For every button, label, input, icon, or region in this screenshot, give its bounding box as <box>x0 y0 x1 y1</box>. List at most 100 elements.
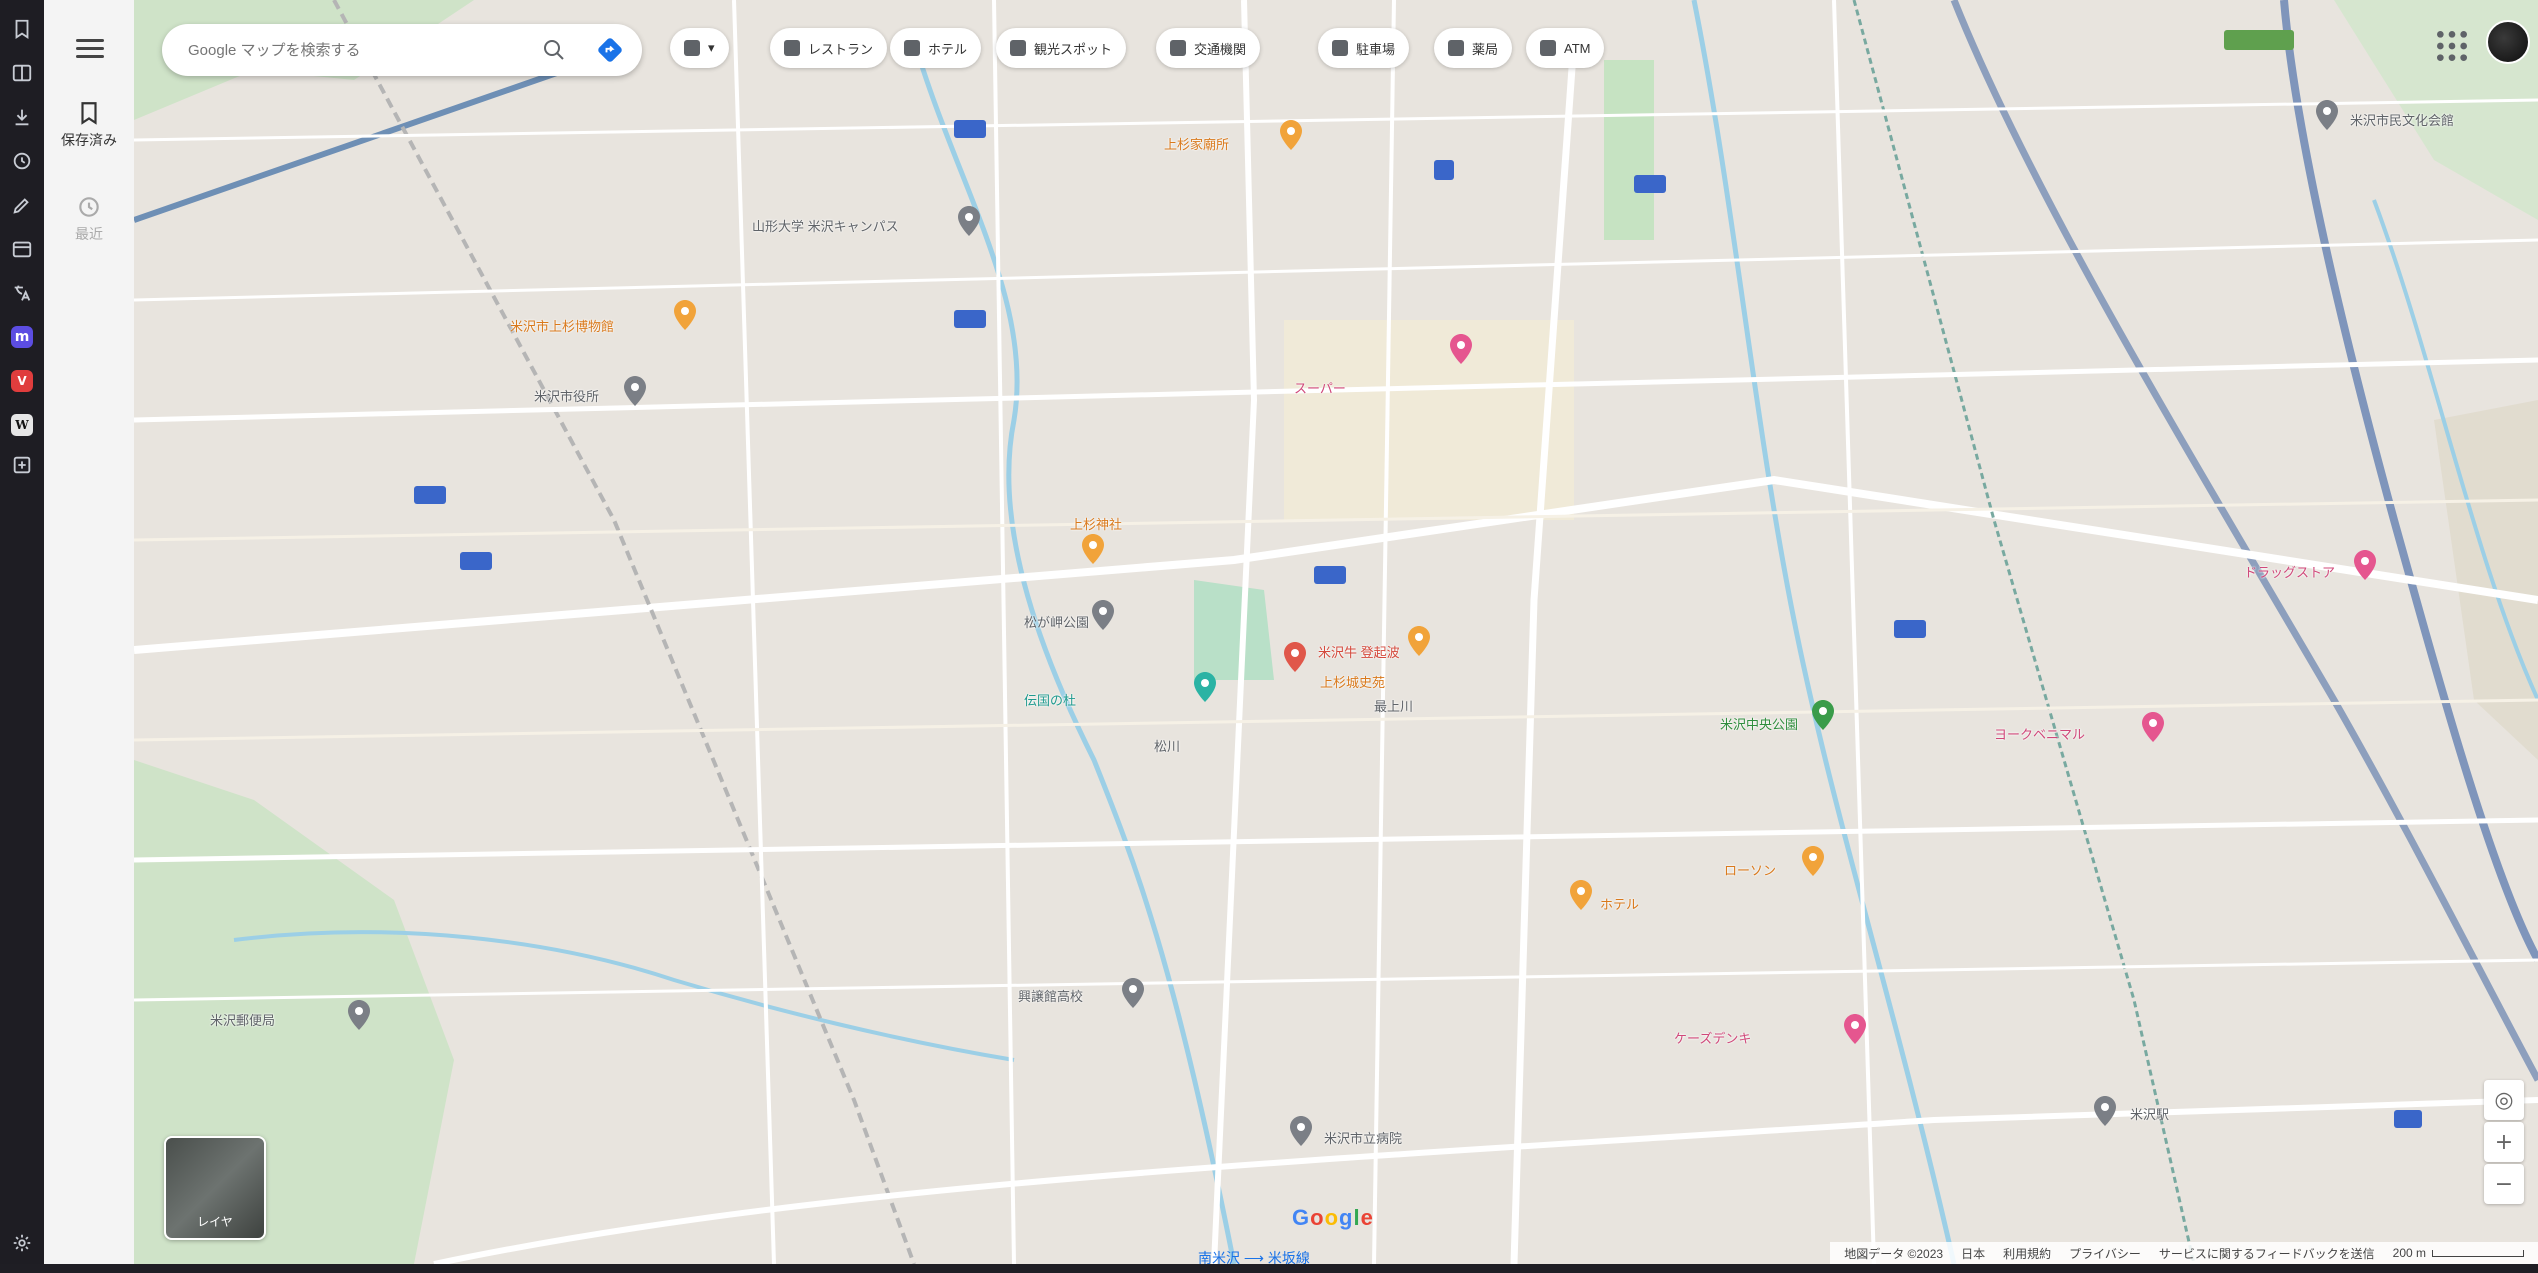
google-logo: Google <box>1292 1205 1374 1230</box>
country-link[interactable]: 日本 <box>1961 1245 1985 1262</box>
chip-label: 駐車場 <box>1356 41 1396 57</box>
orange-pin-icon[interactable] <box>1802 846 1824 876</box>
green-pin-icon[interactable] <box>1812 700 1834 730</box>
scale-bar[interactable]: 200 m <box>2393 1246 2524 1260</box>
pink-pin-icon[interactable] <box>2142 712 2164 742</box>
place-label[interactable]: 米沢駅 <box>2130 1104 2169 1123</box>
map-controls: ◎ + − <box>2484 1080 2524 1206</box>
orange-pin-icon[interactable] <box>674 300 696 330</box>
my-location-button[interactable]: ◎ <box>2484 1080 2524 1120</box>
calendar-icon[interactable] <box>7 234 37 264</box>
attractions-icon <box>1010 40 1026 56</box>
settings-icon[interactable] <box>7 1228 37 1258</box>
feedback-link[interactable]: サービスに関するフィードバックを送信 <box>2159 1245 2375 1262</box>
grey-pin-icon[interactable] <box>1122 978 1144 1008</box>
search-icon[interactable] <box>542 38 566 62</box>
place-label[interactable]: 米沢牛 登起波 <box>1318 642 1400 661</box>
terms-link[interactable]: 利用規約 <box>2003 1245 2051 1262</box>
account-avatar[interactable] <box>2486 20 2530 64</box>
search-input[interactable] <box>186 40 510 60</box>
red-pin-icon[interactable] <box>1284 642 1306 672</box>
reading-list-icon[interactable] <box>7 58 37 88</box>
grey-pin-icon[interactable] <box>2316 100 2338 130</box>
orange-pin-icon[interactable] <box>1408 626 1430 656</box>
place-label[interactable]: ホテル <box>1600 894 1639 913</box>
grey-pin-icon[interactable] <box>348 1000 370 1030</box>
place-label[interactable]: 米沢市役所 <box>534 386 599 405</box>
chip-label: ホテル <box>928 41 968 57</box>
pink-pin-icon[interactable] <box>2354 550 2376 580</box>
place-label[interactable]: 興譲館高校 <box>1018 986 1083 1005</box>
chip-attractions[interactable]: 観光スポット <box>996 28 1127 68</box>
chip-atm[interactable]: ATM <box>1526 28 1605 68</box>
notes-icon[interactable] <box>7 190 37 220</box>
layers-button[interactable]: レイヤ <box>164 1136 266 1240</box>
search-box[interactable] <box>162 24 642 76</box>
zoom-out-button[interactable]: − <box>2484 1164 2524 1204</box>
wikipedia-icon[interactable]: W <box>11 414 33 436</box>
privacy-link[interactable]: プライバシー <box>2069 1245 2141 1262</box>
atm-icon <box>1540 40 1556 56</box>
add-panel-icon[interactable] <box>7 450 37 480</box>
place-label[interactable]: スーパー <box>1294 378 1346 397</box>
station-label: 南米沢 ⟶ 米坂線 <box>1198 1250 1310 1264</box>
scale-label: 200 m <box>2392 1246 2426 1260</box>
map-base <box>134 0 2538 1264</box>
place-label[interactable]: 上杉家廟所 <box>1164 134 1229 153</box>
chip-label: ATM <box>1564 40 1591 56</box>
grey-pin-icon[interactable] <box>1290 1116 1312 1146</box>
saved-label: 保存済み <box>61 133 117 149</box>
map-footer: 地図データ ©2023 日本 利用規約 プライバシー サービスに関するフィードバ… <box>1830 1242 2538 1264</box>
grey-pin-icon[interactable] <box>2094 1096 2116 1126</box>
grey-pin-icon[interactable] <box>958 206 980 236</box>
apps-grid-icon[interactable] <box>2432 26 2472 66</box>
place-label[interactable]: ドラッグストア <box>2244 562 2335 581</box>
place-label[interactable]: 松が岬公園 <box>1024 612 1089 631</box>
bookmark-icon[interactable] <box>7 14 37 44</box>
chip-parking[interactable]: 駐車場 <box>1318 28 1410 68</box>
place-label[interactable]: 米沢市立病院 <box>1324 1128 1402 1147</box>
place-label[interactable]: 伝国の杜 <box>1024 690 1076 709</box>
pink-pin-icon[interactable] <box>1450 334 1472 364</box>
place-label[interactable]: 米沢郵便局 <box>210 1010 275 1029</box>
layers-type-chip[interactable]: ▾ <box>670 28 729 68</box>
map-canvas[interactable]: ▾ レストラン ホテル 観光スポット 交通機関 駐車場 薬局 ATM 上杉家廟所… <box>134 0 2538 1264</box>
place-label[interactable]: ヨークベニマル <box>1994 724 2085 743</box>
orange-pin-icon[interactable] <box>1082 534 1104 564</box>
history-icon[interactable] <box>7 146 37 176</box>
mastodon-icon[interactable]: m <box>11 326 33 348</box>
place-label[interactable]: 米沢市上杉博物館 <box>510 316 614 335</box>
directions-icon[interactable] <box>596 36 624 64</box>
browser-side-panel: m V W <box>0 0 44 1264</box>
hotel-icon <box>904 40 920 56</box>
place-label[interactable]: 米沢中央公園 <box>1720 714 1798 733</box>
chip-hotel[interactable]: ホテル <box>890 28 982 68</box>
window-bottom-edge <box>0 1264 2538 1273</box>
menu-icon[interactable] <box>76 34 104 63</box>
orange-pin-icon[interactable] <box>1280 120 1302 150</box>
place-label[interactable]: ケーズデンキ <box>1674 1028 1751 1047</box>
recent-history-icon <box>79 197 99 217</box>
place-label[interactable]: ローソン <box>1724 860 1776 879</box>
grey-pin-icon[interactable] <box>624 376 646 406</box>
chip-restaurant[interactable]: レストラン <box>770 28 888 68</box>
teal-pin-icon[interactable] <box>1194 672 1216 702</box>
grey-pin-icon[interactable] <box>1092 600 1114 630</box>
map-data-text[interactable]: 地図データ ©2023 <box>1844 1245 1943 1262</box>
scale-line <box>2432 1249 2524 1257</box>
chip-pharmacy[interactable]: 薬局 <box>1434 28 1513 68</box>
chip-label: レストラン <box>808 41 874 57</box>
chip-transit[interactable]: 交通機関 <box>1156 28 1261 68</box>
place-label[interactable]: 上杉神社 <box>1070 514 1122 533</box>
place-label[interactable]: 米沢市民文化会館 <box>2350 110 2454 129</box>
saved-button[interactable]: 保存済み <box>44 100 134 150</box>
recent-button[interactable]: 最近 <box>44 194 134 244</box>
place-label[interactable]: 上杉城史苑 <box>1320 672 1385 691</box>
place-label[interactable]: 山形大学 米沢キャンパス <box>752 216 899 235</box>
zoom-in-button[interactable]: + <box>2484 1122 2524 1162</box>
vivaldi-icon[interactable]: V <box>11 370 33 392</box>
orange-pin-icon[interactable] <box>1570 880 1592 910</box>
translate-icon[interactable] <box>7 278 37 308</box>
downloads-icon[interactable] <box>7 102 37 132</box>
pink-pin-icon[interactable] <box>1844 1014 1866 1044</box>
